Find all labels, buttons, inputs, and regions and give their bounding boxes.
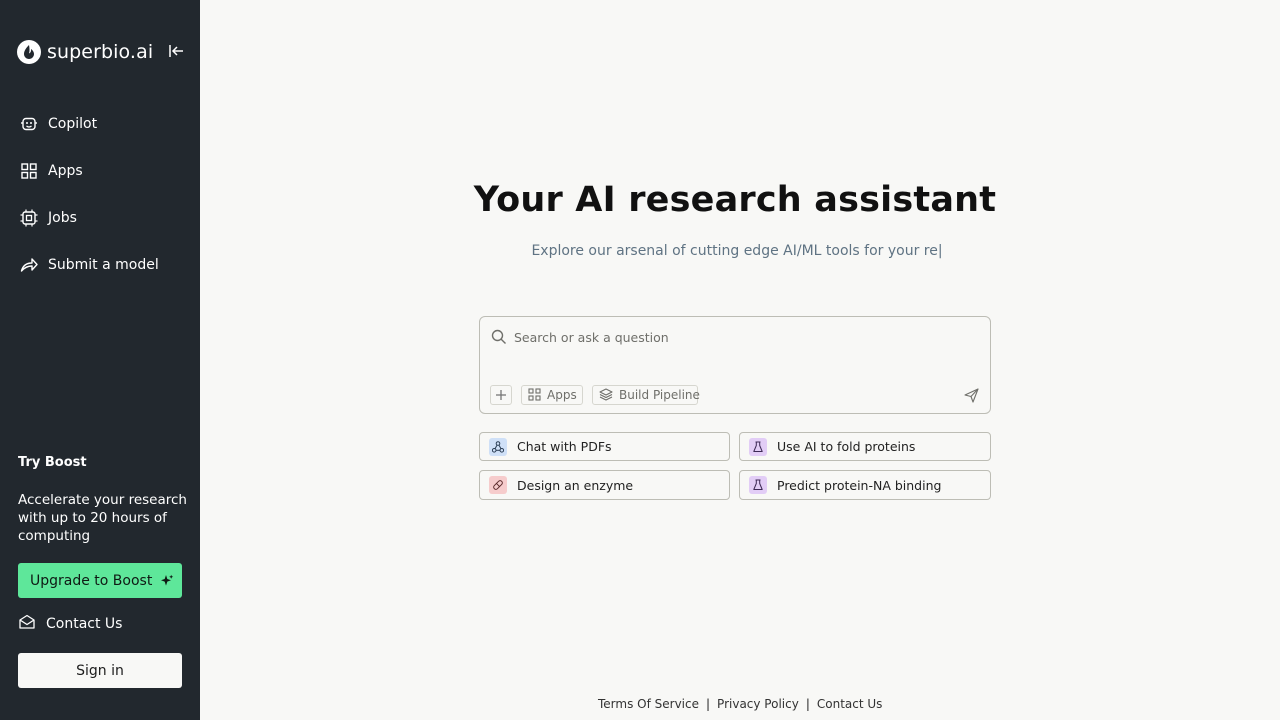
terms-of-service-link[interactable]: Terms Of Service (598, 697, 699, 711)
footer-contact-us-link[interactable]: Contact Us (817, 697, 883, 711)
page-subtitle: Explore our arsenal of cutting edge AI/M… (531, 243, 943, 259)
suggestion-label: Design an enzyme (517, 477, 634, 493)
suggestion-protein-na-binding[interactable]: Predict protein-NA binding (739, 470, 991, 500)
grid-icon (528, 386, 541, 405)
suggestion-label: Use AI to fold proteins (777, 439, 916, 454)
suggestion-fold-proteins[interactable]: Use AI to fold proteins (739, 432, 991, 461)
send-button[interactable] (962, 386, 980, 404)
sidebar-item-label: Submit a model (48, 257, 159, 273)
sign-in-button[interactable]: Sign in (18, 653, 182, 688)
copilot-icon (18, 113, 40, 135)
logo-icon (17, 40, 41, 64)
collapse-icon (169, 45, 183, 57)
search-input[interactable] (514, 327, 974, 347)
apps-chip-label: Apps (547, 388, 577, 402)
privacy-policy-link[interactable]: Privacy Policy (717, 697, 799, 711)
footer-separator: | (805, 697, 810, 711)
layers-icon (599, 386, 613, 405)
suggestion-label: Predict protein-NA binding (777, 477, 942, 493)
search-panel: Apps Build Pipeline (479, 316, 991, 414)
sidebar-item-submit-model[interactable]: Submit a model (18, 250, 188, 280)
sidebar-item-copilot[interactable]: Copilot (18, 109, 188, 139)
build-pipeline-chip-label: Build Pipeline (619, 388, 700, 402)
share-arrow-icon (18, 254, 40, 276)
sidebar-item-label: Jobs (48, 210, 77, 226)
footer-links: Terms Of Service | Privacy Policy | Cont… (598, 697, 882, 711)
grid-icon (18, 160, 40, 182)
build-pipeline-chip-button[interactable]: Build Pipeline (592, 385, 700, 405)
sidebar: superbio.ai Copilot Apps Jobs Submit a m… (0, 0, 200, 720)
sparkle-icon (160, 574, 174, 588)
sidebar-item-label: Apps (48, 163, 83, 179)
network-icon (489, 437, 507, 456)
mail-icon (18, 614, 36, 634)
upgrade-to-boost-button[interactable]: Upgrade to Boost (18, 563, 182, 598)
sidebar-contact-us[interactable]: Contact Us (18, 614, 122, 634)
footer-separator: | (706, 697, 711, 711)
suggestion-chat-with-pdfs[interactable]: Chat with PDFs (479, 432, 730, 461)
suggestion-label: Chat with PDFs (517, 439, 612, 454)
sidebar-item-jobs[interactable]: Jobs (18, 203, 188, 233)
flask-icon (749, 437, 767, 456)
page-title: Your AI research assistant (473, 180, 997, 220)
boost-title: Try Boost (18, 455, 87, 470)
sidebar-item-apps[interactable]: Apps (18, 156, 188, 186)
chip-icon (18, 207, 40, 229)
brand-logo[interactable]: superbio.ai (17, 39, 187, 65)
search-icon (491, 329, 507, 349)
boost-description: Accelerate your research with up to 20 h… (18, 492, 187, 544)
apps-chip-button[interactable]: Apps (521, 385, 583, 405)
sidebar-item-label: Copilot (48, 116, 98, 132)
suggestion-design-enzyme[interactable]: Design an enzyme (479, 470, 730, 500)
upgrade-label: Upgrade to Boost (30, 572, 153, 589)
send-icon (963, 387, 979, 403)
collapse-sidebar-button[interactable] (166, 41, 186, 61)
flask-icon (749, 476, 767, 494)
add-attachment-button[interactable] (490, 385, 512, 405)
brand-name: superbio.ai (47, 41, 154, 63)
plus-icon (496, 390, 506, 400)
main-content: Your AI research assistant Explore our a… (200, 0, 1280, 720)
pill-icon (489, 476, 507, 494)
contact-us-label: Contact Us (46, 616, 123, 632)
